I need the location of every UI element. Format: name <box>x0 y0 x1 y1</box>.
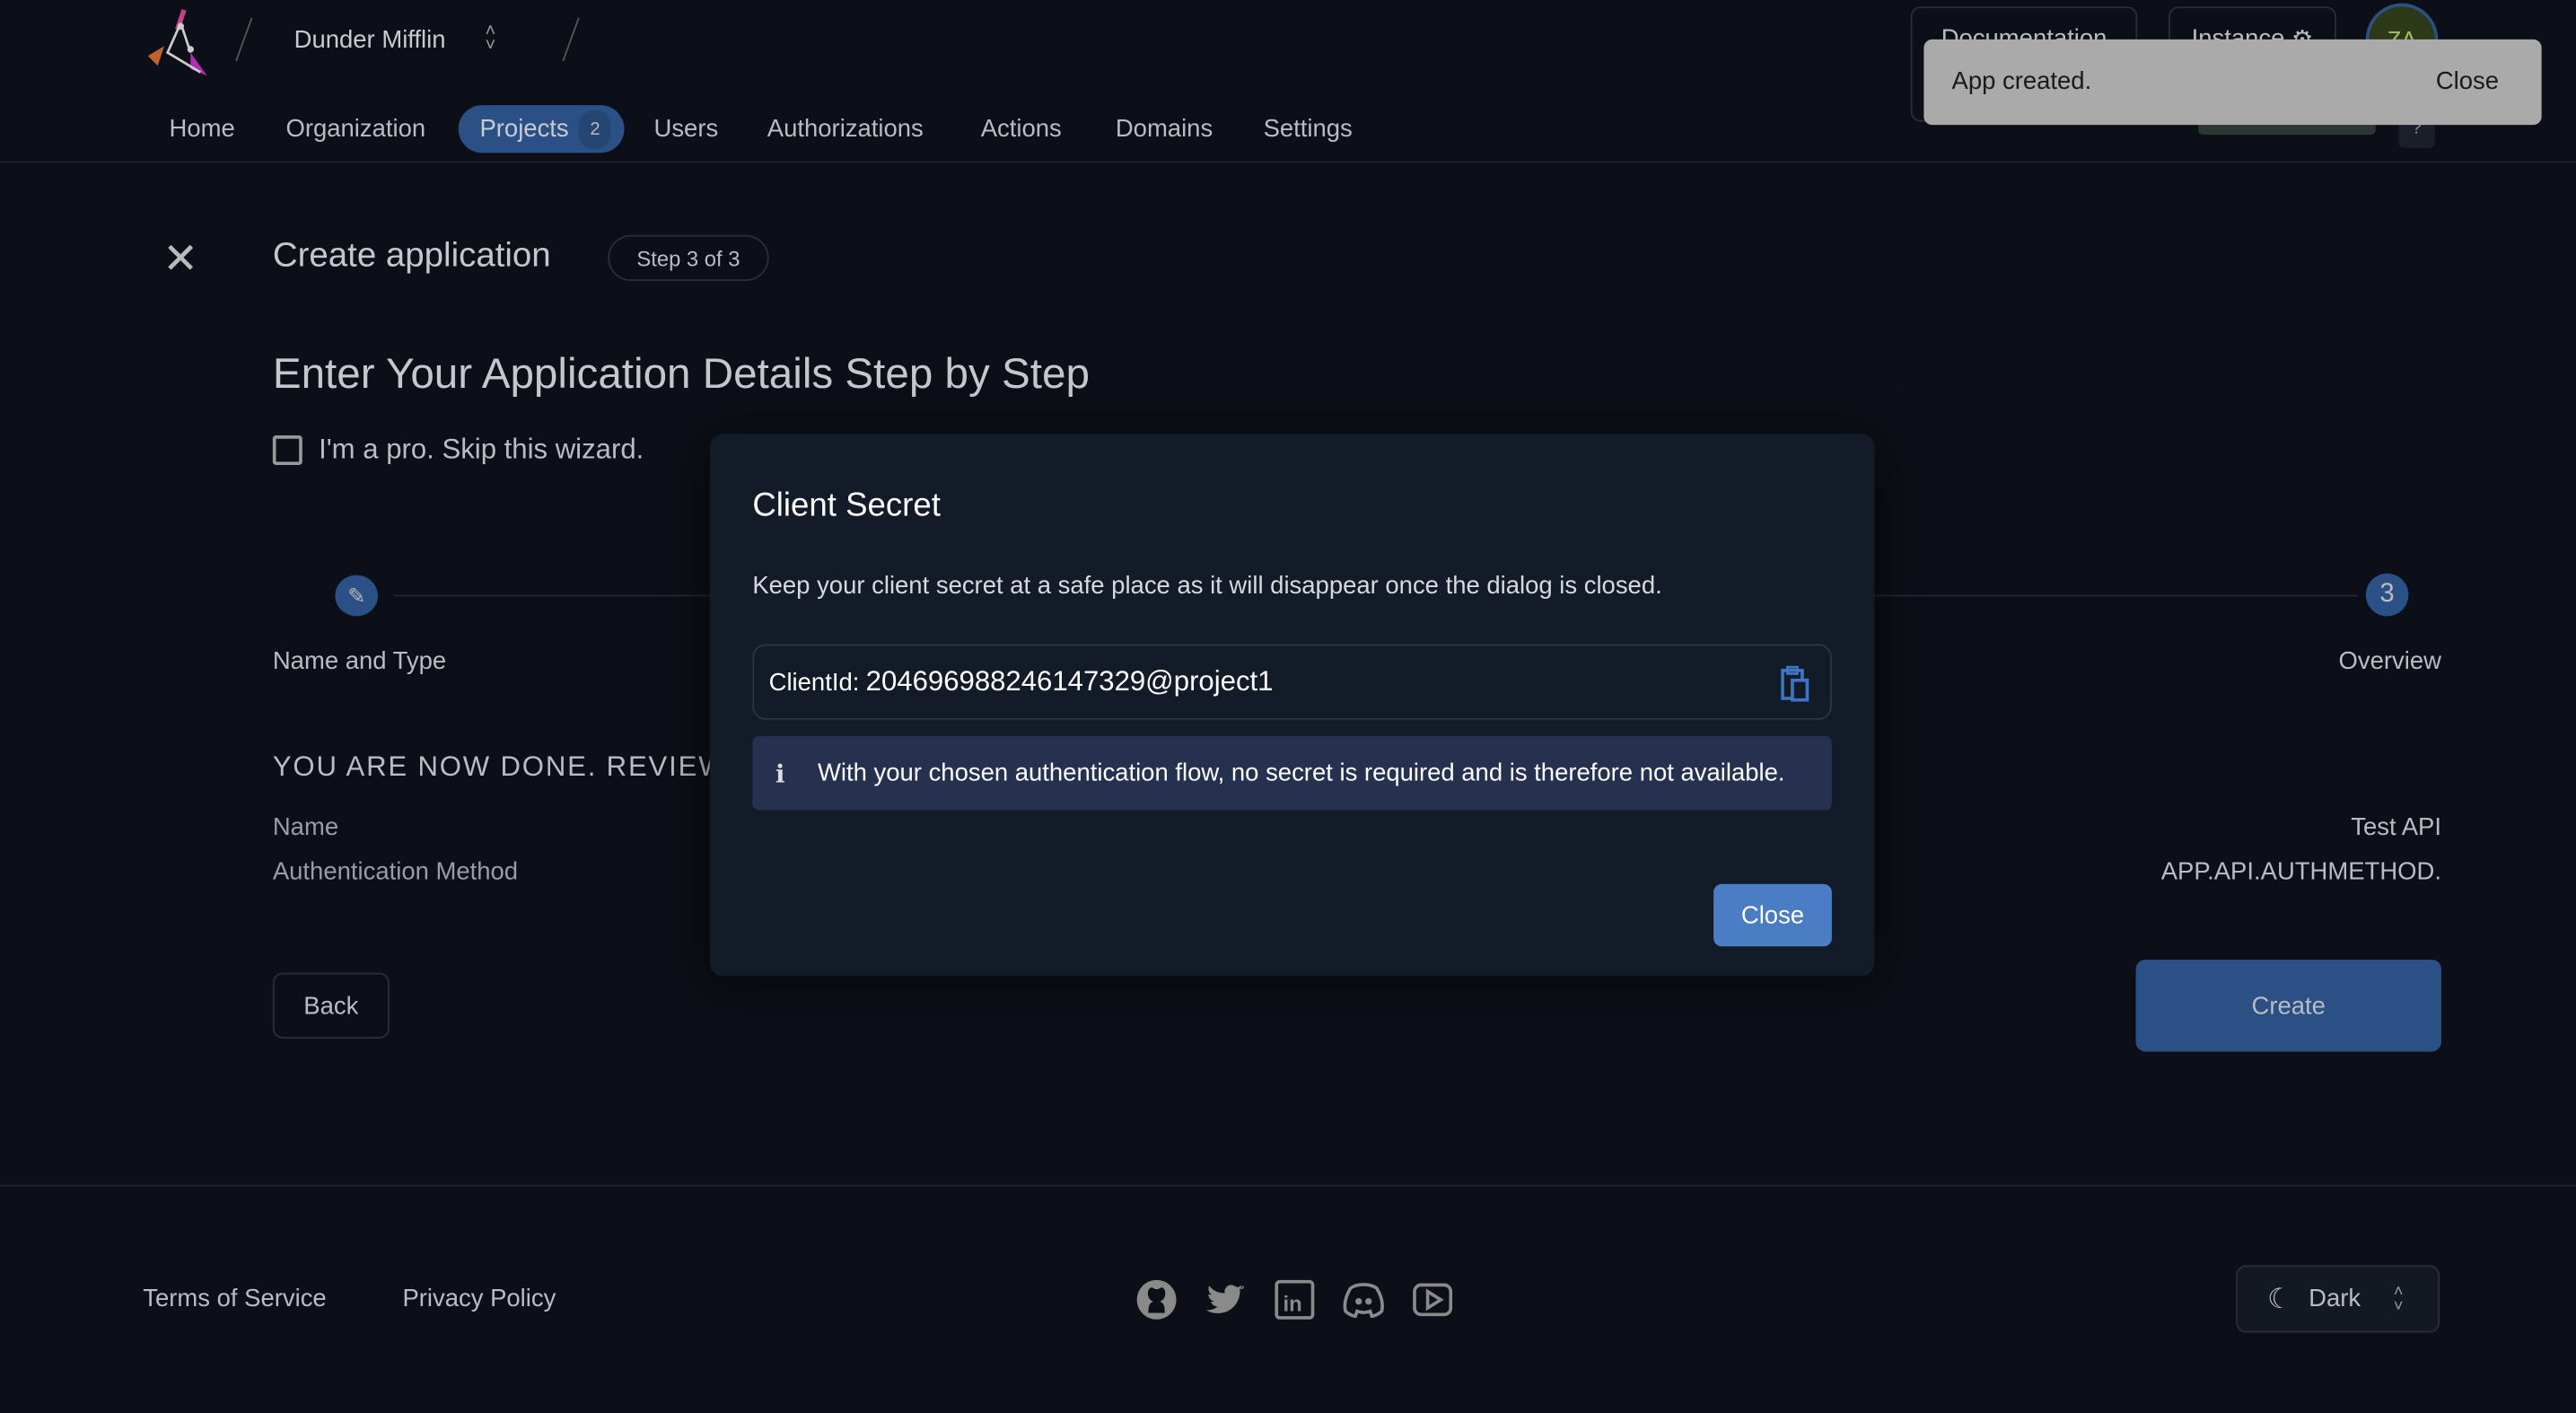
chevron-updown-icon: ˄ ˅ <box>2393 1282 2404 1316</box>
header-divider <box>0 161 2576 163</box>
step-1-label: Name and Type <box>272 647 447 676</box>
step-3-indicator[interactable]: 3 <box>2365 573 2409 617</box>
theme-label: Dark <box>2309 1285 2361 1313</box>
nav-home[interactable]: Home <box>170 115 235 143</box>
client-id-field[interactable]: ClientId: 204696988246147329@project1 <box>752 644 1832 720</box>
nav-organization[interactable]: Organization <box>285 115 425 143</box>
nav-settings[interactable]: Settings <box>1264 115 1353 143</box>
org-selector[interactable]: Dunder Mifflin ˄ ˅ <box>294 21 496 57</box>
theme-selector[interactable]: ☾ Dark ˄ ˅ <box>2236 1265 2440 1333</box>
create-button[interactable]: Create <box>2135 959 2441 1052</box>
youtube-icon[interactable] <box>1409 1277 1455 1330</box>
footer-divider <box>0 1184 2576 1187</box>
nav-actions[interactable]: Actions <box>981 115 1062 143</box>
chevron-updown-icon: ˄ ˅ <box>485 21 496 57</box>
svg-text:in: in <box>1284 1293 1302 1317</box>
org-name: Dunder Mifflin <box>294 25 446 54</box>
logo[interactable] <box>141 6 216 76</box>
discord-icon[interactable] <box>1341 1277 1387 1330</box>
projects-count-badge: 2 <box>578 109 612 149</box>
skip-wizard-checkbox[interactable]: I'm a pro. Skip this wizard. <box>272 434 644 467</box>
client-id-label: ClientId: <box>768 668 860 697</box>
divider <box>562 17 580 62</box>
pencil-icon: ✎ <box>347 582 366 608</box>
divider <box>235 17 253 62</box>
dialog-title: Client Secret <box>752 487 941 524</box>
terms-link[interactable]: Terms of Service <box>143 1285 326 1312</box>
social-links: in <box>1134 1277 1456 1330</box>
nav-projects[interactable]: Projects 2 <box>458 105 625 154</box>
copy-clipboard-icon[interactable] <box>1781 665 1810 709</box>
wizard-heading: Enter Your Application Details Step by S… <box>272 348 1090 398</box>
checkbox-box[interactable] <box>272 435 302 466</box>
toast-notification: App created. Close <box>1923 39 2542 126</box>
page-title: Create application <box>272 236 551 275</box>
review-heading: YOU ARE NOW DONE. REVIEW <box>272 750 727 783</box>
dialog-description: Keep your client secret at a safe place … <box>752 571 1662 601</box>
info-alert: ℹ With your chosen authentication flow, … <box>752 736 1832 811</box>
info-icon: ℹ <box>775 758 785 788</box>
linkedin-icon[interactable]: in <box>1272 1277 1318 1330</box>
back-button[interactable]: Back <box>272 972 390 1039</box>
toast-message: App created. <box>1951 67 2092 96</box>
close-wizard-icon[interactable]: ✕ <box>162 235 198 281</box>
review-auth-value: APP.API.AUTHMETHOD. <box>2160 857 2441 886</box>
review-name-value: Test API <box>2351 813 2441 842</box>
client-secret-dialog: Client Secret Keep your client secret at… <box>709 434 1875 977</box>
moon-icon: ☾ <box>2266 1282 2292 1314</box>
twitter-icon[interactable] <box>1203 1277 1249 1330</box>
privacy-link[interactable]: Privacy Policy <box>402 1285 556 1312</box>
step-1-indicator[interactable]: ✎ <box>335 575 378 617</box>
nav-domains[interactable]: Domains <box>1116 115 1213 143</box>
skip-wizard-label: I'm a pro. Skip this wizard. <box>319 434 644 466</box>
review-auth-label: Authentication Method <box>272 857 519 886</box>
step-3-label: Overview <box>2338 647 2441 676</box>
dialog-close-label: Close <box>1740 900 1805 930</box>
review-name-label: Name <box>272 813 339 842</box>
dialog-close-button[interactable]: Close <box>1713 883 1832 947</box>
client-id-value: 204696988246147329@project1 <box>865 665 1274 698</box>
nav-users[interactable]: Users <box>653 115 718 143</box>
back-label: Back <box>303 991 359 1020</box>
nav-projects-label: Projects <box>479 115 569 144</box>
info-text: With your chosen authentication flow, no… <box>817 759 1785 787</box>
toast-close-button[interactable]: Close <box>2436 67 2499 95</box>
step-badge: Step 3 of 3 <box>608 234 769 281</box>
github-icon[interactable] <box>1134 1277 1179 1330</box>
nav-authorizations[interactable]: Authorizations <box>767 115 924 143</box>
step-3-number: 3 <box>2379 580 2395 609</box>
create-label: Create <box>2251 991 2326 1020</box>
